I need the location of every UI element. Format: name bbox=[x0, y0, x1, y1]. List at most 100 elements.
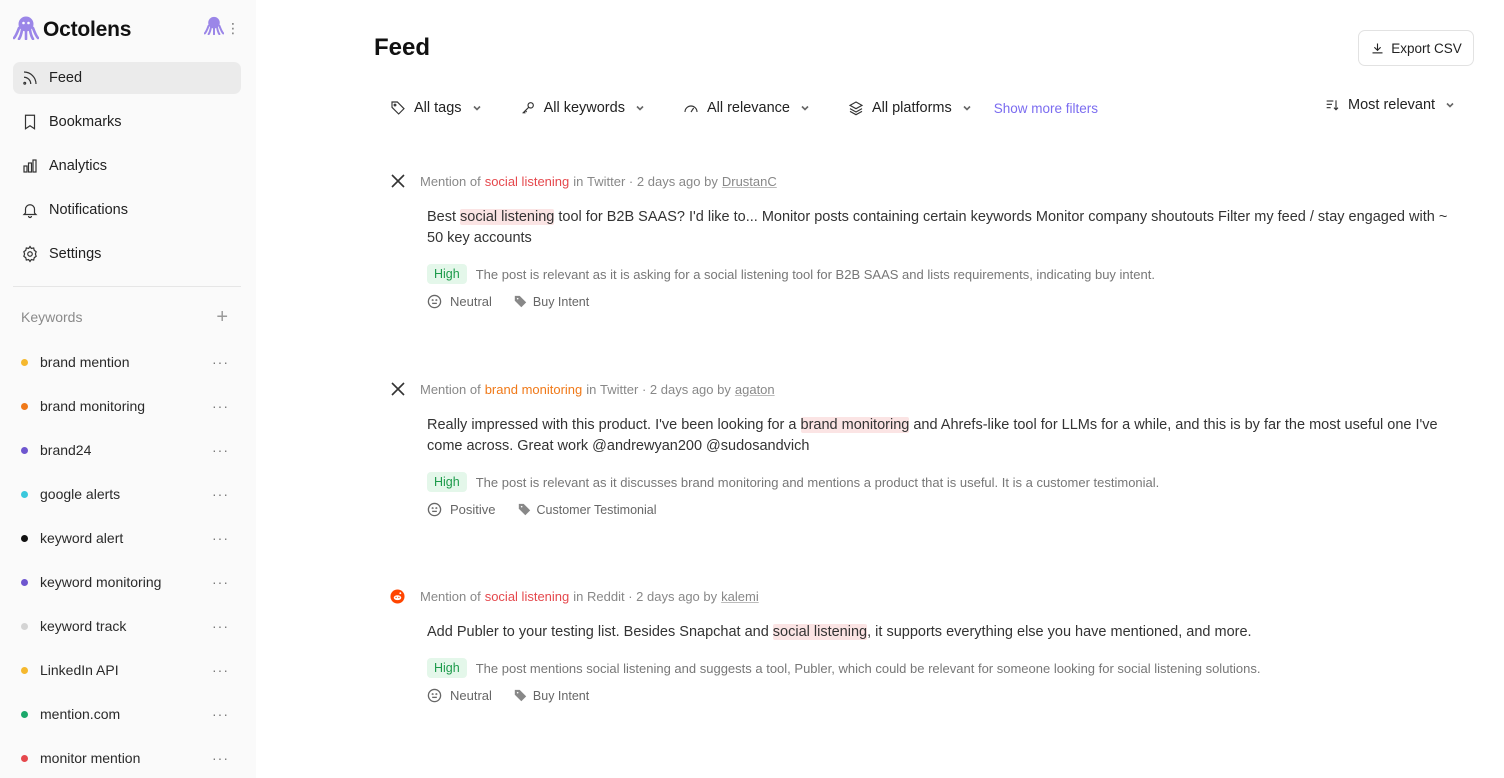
nav-label: Bookmarks bbox=[49, 114, 122, 130]
vertical-dots-icon[interactable]: ⋮ bbox=[226, 21, 240, 35]
keyword-color-dot bbox=[21, 622, 28, 630]
relevance-badge: High bbox=[427, 472, 467, 492]
sentiment-label: Neutral bbox=[450, 294, 492, 309]
keyword-item[interactable]: google alerts ··· bbox=[21, 483, 229, 505]
by-label: by bbox=[717, 381, 731, 397]
reddit-icon bbox=[390, 588, 405, 604]
smiley-icon bbox=[427, 502, 442, 517]
key-icon bbox=[521, 102, 534, 114]
keyword-name: brand24 bbox=[40, 442, 92, 458]
download-icon bbox=[1372, 43, 1383, 53]
post-keyword[interactable]: brand monitoring bbox=[485, 382, 583, 397]
ellipsis-icon[interactable]: ··· bbox=[212, 354, 229, 370]
keyword-color-dot bbox=[21, 402, 28, 410]
gauge-icon bbox=[684, 105, 698, 113]
sentiment[interactable]: Positive bbox=[427, 502, 496, 517]
keyword-item[interactable]: LinkedIn API ··· bbox=[21, 659, 229, 681]
post-time: 2 days ago bbox=[636, 588, 700, 604]
x-twitter-icon bbox=[390, 382, 405, 397]
relevance-badge: High bbox=[427, 658, 467, 678]
feed-post[interactable]: Mention of brand monitoring in Twitter · 2… bbox=[390, 380, 1470, 517]
bar-chart-icon bbox=[23, 159, 37, 173]
workspace-switcher[interactable]: ⋮ bbox=[203, 15, 240, 40]
nav-item-bookmarks[interactable]: Bookmarks bbox=[13, 106, 241, 138]
keyword-item[interactable]: keyword monitoring ··· bbox=[21, 571, 229, 593]
relevance-row: High The post is relevant as it is asking… bbox=[427, 264, 1470, 284]
page-title: Feed bbox=[374, 34, 431, 61]
post-body: Really impressed with this product. I've… bbox=[427, 415, 1457, 457]
sentiment[interactable]: Neutral bbox=[427, 294, 492, 309]
post-meta: Mention of brand monitoring in Twitter · 2… bbox=[390, 380, 1470, 398]
chevron-down-icon bbox=[963, 105, 971, 111]
keyword-highlight: social listening bbox=[460, 209, 555, 225]
tag-label: Buy Intent bbox=[532, 688, 590, 703]
keyword-item[interactable]: brand mention ··· bbox=[21, 351, 229, 373]
feed-post[interactable]: Mention of social listening in Reddit · 2 … bbox=[390, 587, 1470, 703]
plus-icon[interactable]: + bbox=[216, 307, 228, 327]
filter-keywords[interactable]: All keywords bbox=[520, 100, 645, 116]
post-tags: Positive Customer Testimonial bbox=[427, 502, 1470, 517]
filter-relevance[interactable]: All relevance bbox=[683, 100, 810, 116]
relevance-reason: The post is relevant as it is asking for… bbox=[475, 266, 1155, 282]
feed-post[interactable]: Mention of social listening in Twitter · 2… bbox=[390, 172, 1470, 309]
post-text: , it supports everything else you have m… bbox=[867, 624, 1252, 640]
nav-item-analytics[interactable]: Analytics bbox=[13, 150, 241, 182]
post-author-link[interactable]: kalemi bbox=[721, 589, 759, 604]
ellipsis-icon[interactable]: ··· bbox=[212, 398, 229, 414]
nav-item-notifications[interactable]: Notifications bbox=[13, 194, 241, 226]
post-tag[interactable]: Buy Intent bbox=[514, 689, 589, 703]
sentiment-label: Positive bbox=[450, 502, 496, 517]
keyword-name: keyword track bbox=[40, 618, 127, 634]
smiley-icon bbox=[427, 688, 442, 703]
nav-label: Notifications bbox=[49, 202, 128, 218]
keyword-item[interactable]: monitor mention ··· bbox=[21, 747, 229, 769]
brand[interactable]: Octolens bbox=[12, 14, 131, 45]
bell-icon bbox=[22, 204, 38, 219]
post-tag[interactable]: Customer Testimonial bbox=[518, 503, 656, 517]
in-label: in bbox=[573, 588, 584, 604]
keyword-item[interactable]: keyword alert ··· bbox=[21, 527, 229, 549]
ellipsis-icon[interactable]: ··· bbox=[212, 574, 229, 590]
nav-label: Analytics bbox=[49, 158, 108, 174]
relevance-reason: The post is relevant as it discusses bra… bbox=[475, 474, 1160, 490]
nav-item-feed[interactable]: Feed bbox=[13, 62, 241, 94]
ellipsis-icon[interactable]: ··· bbox=[212, 618, 229, 634]
sidebar-divider bbox=[13, 286, 241, 287]
post-author-link[interactable]: agaton bbox=[735, 382, 775, 397]
ellipsis-icon[interactable]: ··· bbox=[212, 442, 229, 458]
post-keyword[interactable]: social listening bbox=[485, 174, 570, 189]
sort-dropdown[interactable]: Most relevant bbox=[1324, 97, 1455, 113]
keyword-item[interactable]: mention.com ··· bbox=[21, 703, 229, 725]
ellipsis-icon[interactable]: ··· bbox=[212, 750, 229, 766]
chevron-down-icon bbox=[636, 105, 644, 111]
post-text: tool for B2B SAAS? I'd like to... Monito… bbox=[427, 209, 1448, 246]
filter-platforms-label: All platforms bbox=[871, 100, 952, 116]
post-keyword[interactable]: social listening bbox=[485, 589, 570, 604]
ellipsis-icon[interactable]: ··· bbox=[212, 662, 229, 678]
post-body: Add Publer to your testing list. Besides… bbox=[427, 622, 1457, 643]
keywords-header: Keywords + bbox=[21, 307, 228, 327]
post-author-link[interactable]: DrustanC bbox=[722, 174, 777, 189]
nav-item-settings[interactable]: Settings bbox=[13, 238, 241, 270]
post-tag[interactable]: Buy Intent bbox=[514, 295, 589, 309]
relevance-row: High The post mentions social listening a… bbox=[427, 658, 1470, 678]
bookmark-icon bbox=[24, 114, 36, 130]
filter-tags-label: All tags bbox=[414, 100, 462, 116]
mention-of-label: Mention of bbox=[420, 381, 481, 397]
ellipsis-icon[interactable]: ··· bbox=[212, 530, 229, 546]
ellipsis-icon[interactable]: ··· bbox=[212, 706, 229, 722]
post-platform: Twitter bbox=[587, 173, 626, 189]
keyword-item[interactable]: keyword track ··· bbox=[21, 615, 229, 637]
sentiment[interactable]: Neutral bbox=[427, 688, 492, 703]
show-more-filters-link[interactable]: Show more filters bbox=[994, 101, 1098, 116]
export-csv-button[interactable]: Export CSV bbox=[1358, 30, 1474, 66]
keyword-name: brand monitoring bbox=[40, 398, 146, 414]
filter-platforms[interactable]: All platforms bbox=[848, 100, 972, 116]
ellipsis-icon[interactable]: ··· bbox=[212, 486, 229, 502]
export-label: Export CSV bbox=[1391, 40, 1462, 56]
gear-icon bbox=[23, 245, 37, 263]
post-text: Really impressed with this product. I've… bbox=[427, 417, 801, 433]
keyword-item[interactable]: brand24 ··· bbox=[21, 439, 229, 461]
keyword-item[interactable]: brand monitoring ··· bbox=[21, 395, 229, 417]
filter-tags[interactable]: All tags bbox=[390, 100, 482, 116]
